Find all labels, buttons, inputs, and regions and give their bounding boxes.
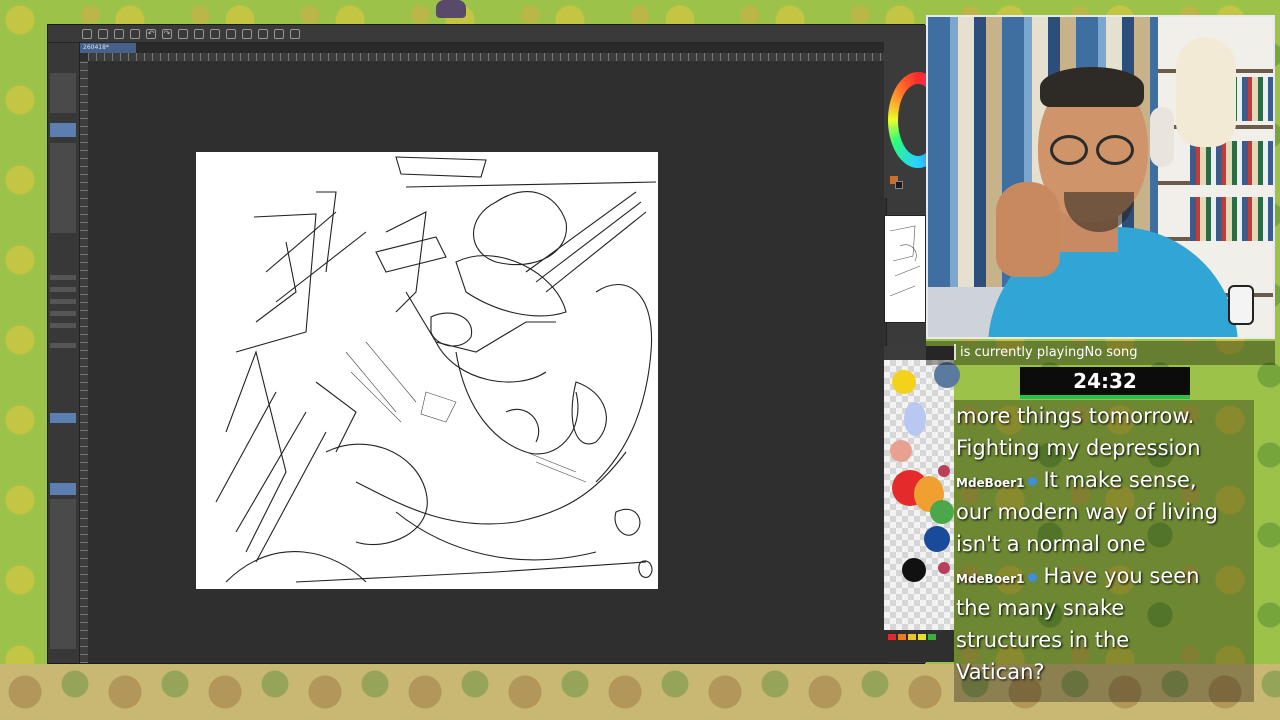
stream-timer: 24:32 xyxy=(1020,367,1190,399)
save-icon[interactable] xyxy=(114,28,124,39)
vertical-ruler xyxy=(80,61,88,663)
tool-property-row[interactable] xyxy=(50,343,76,348)
navigator-preview[interactable] xyxy=(884,215,926,323)
moderator-badge-icon xyxy=(938,465,950,477)
tool-palette xyxy=(48,43,80,663)
active-tool[interactable] xyxy=(50,123,76,137)
moderator-badge-icon xyxy=(938,562,950,574)
swatch-chip[interactable] xyxy=(928,634,936,640)
new-file-icon[interactable] xyxy=(82,28,92,39)
subscriber-badge-icon xyxy=(1028,572,1038,582)
chat-message: MdeBoer1 Have you seen xyxy=(956,564,1200,588)
now-playing-text: is currently playingNo song xyxy=(960,345,1138,360)
drawing-app-window: ↶ ↷ 260418* xyxy=(47,24,926,664)
subscriber-badge-icon xyxy=(1028,476,1038,486)
fill-icon[interactable] xyxy=(194,28,204,39)
ruler-icon[interactable] xyxy=(242,28,252,39)
palette-swatch[interactable] xyxy=(934,362,960,388)
pixel-character xyxy=(1228,285,1254,325)
palette-swatch[interactable] xyxy=(890,440,912,462)
streamer-hair xyxy=(1040,67,1144,107)
palette-swatch[interactable] xyxy=(902,558,926,582)
palette-swatch[interactable] xyxy=(930,500,954,524)
pixel-sprite-top xyxy=(436,0,466,18)
chat-username: MdeBoer1 xyxy=(956,572,1025,586)
timer-value: 24:32 xyxy=(1073,369,1137,393)
color-set-palette[interactable] xyxy=(884,360,960,630)
books-row xyxy=(1190,141,1273,185)
now-playing-divider xyxy=(954,344,956,360)
chat-message-line: isn't a normal one xyxy=(956,532,1146,556)
command-bar: ↶ ↷ xyxy=(48,25,926,43)
chat-message-line: our modern way of living xyxy=(956,500,1218,524)
redo-icon[interactable]: ↷ xyxy=(162,28,172,39)
copy-icon[interactable] xyxy=(290,28,300,39)
tool-property-row[interactable] xyxy=(50,311,76,316)
edit-icon[interactable] xyxy=(274,28,284,39)
books-row xyxy=(1190,197,1273,241)
stabilization-slider[interactable] xyxy=(50,299,76,304)
opacity-slider[interactable] xyxy=(50,287,76,292)
tool-group[interactable] xyxy=(50,73,76,113)
glasses-right xyxy=(1096,135,1134,165)
sub-color-swatch[interactable] xyxy=(895,181,903,189)
chat-message-line: structures in the xyxy=(956,628,1130,652)
document-tab[interactable]: 260418* xyxy=(80,43,136,53)
selected-property[interactable] xyxy=(50,413,76,423)
chat-message: MdeBoer1 It make sense, xyxy=(956,468,1197,492)
brush-list-header[interactable] xyxy=(50,483,76,495)
glasses-left xyxy=(1050,135,1088,165)
pen-icon[interactable] xyxy=(258,28,268,39)
swatch-chip[interactable] xyxy=(888,634,896,640)
navigator-thumbnail xyxy=(889,225,921,297)
swatch-chip[interactable] xyxy=(898,634,906,640)
chat-overlay: more things tomorrow. Fighting my depres… xyxy=(954,400,1254,702)
chat-message-line: more things tomorrow. xyxy=(956,404,1195,428)
clear-icon[interactable] xyxy=(130,28,140,39)
color-wheel-panel xyxy=(884,38,948,198)
brush-size-slider[interactable] xyxy=(50,275,76,280)
chat-message-line: Fighting my depression xyxy=(956,436,1201,460)
open-icon[interactable] xyxy=(98,28,108,39)
document-tab-strip: 260418* xyxy=(80,43,926,53)
palette-swatch[interactable] xyxy=(904,402,926,436)
chat-message-line: the many snake xyxy=(956,596,1125,620)
plush-toy xyxy=(1176,37,1236,147)
brush-list[interactable] xyxy=(50,499,76,649)
swatch-chip[interactable] xyxy=(908,634,916,640)
swatch-chip[interactable] xyxy=(918,634,926,640)
tool-property-row[interactable] xyxy=(50,323,76,328)
palette-swatch-bar xyxy=(884,630,954,662)
sub-tool-panel[interactable] xyxy=(50,143,76,233)
selection-icon[interactable] xyxy=(210,28,220,39)
transform-icon[interactable] xyxy=(178,28,188,39)
palette-swatch[interactable] xyxy=(924,526,950,552)
drawing-canvas[interactable] xyxy=(196,152,658,589)
streamer-hand xyxy=(996,182,1060,277)
webcam-feed xyxy=(926,15,1275,339)
sketch-drawing xyxy=(215,156,657,583)
chat-message-line: Vatican? xyxy=(956,660,1045,684)
undo-icon[interactable]: ↶ xyxy=(146,28,156,39)
chat-username: MdeBoer1 xyxy=(956,476,1025,490)
horizontal-ruler xyxy=(88,53,886,61)
headphone xyxy=(1150,107,1174,167)
palette-swatch[interactable] xyxy=(892,370,916,394)
settings-icon[interactable] xyxy=(226,28,236,39)
